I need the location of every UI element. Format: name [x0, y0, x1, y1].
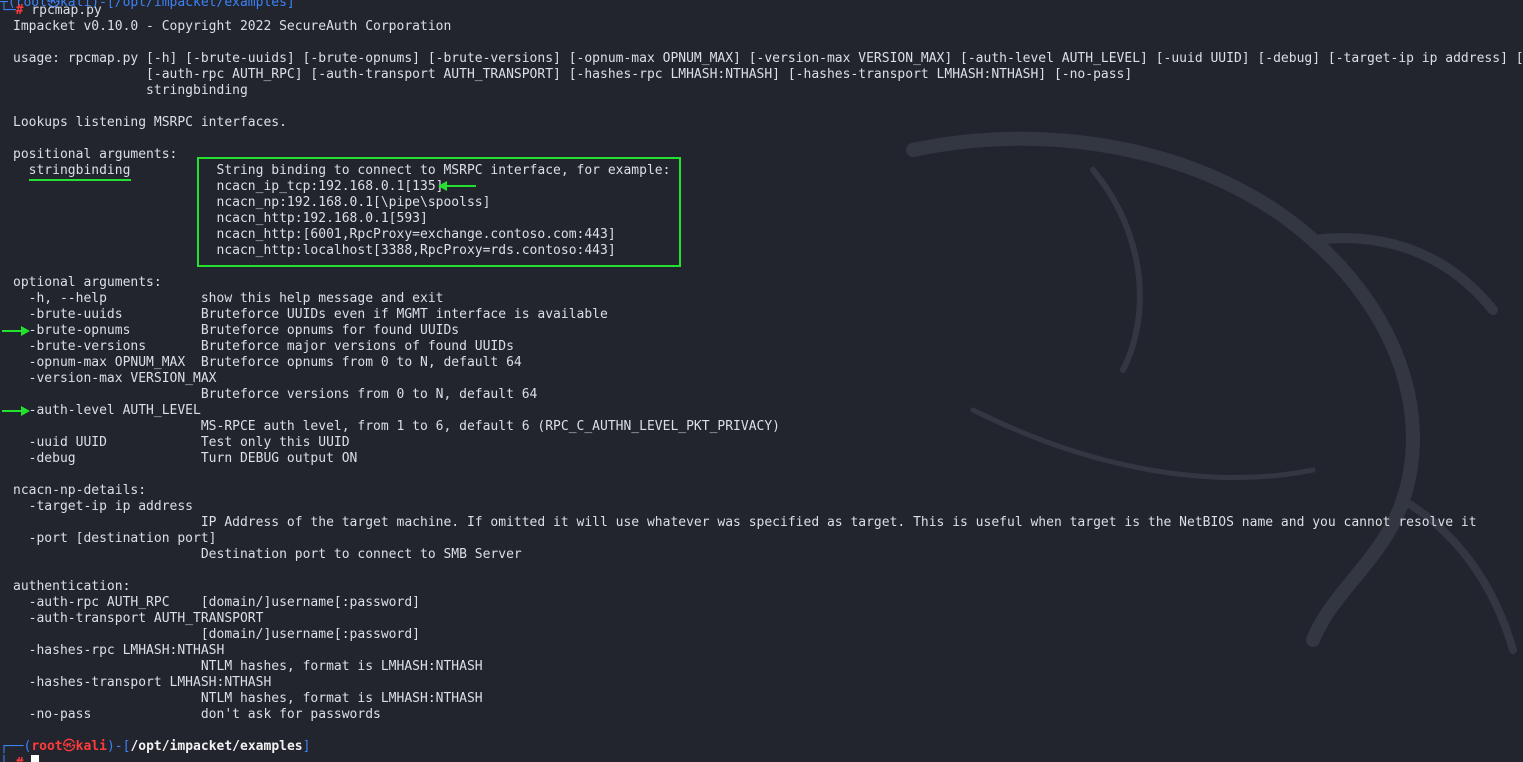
- output-line: -hashes-transport LMHASH:NTHASH: [13, 675, 272, 690]
- prompt-path: /opt/impacket/examples: [130, 739, 303, 754]
- shell-prompt: ┌──(root㉿kali)-[/opt/impacket/examples]: [0, 739, 311, 754]
- output-line: authentication:: [13, 579, 131, 594]
- command-line: └─# rpcmap.py: [0, 3, 102, 19]
- prompt-host: kali: [75, 739, 107, 754]
- output-line: -opnum-max OPNUM_MAX Bruteforce opnums f…: [13, 355, 522, 370]
- output-line: Destination port to connect to SMB Serve…: [13, 547, 522, 562]
- green-arrow-icon: [2, 406, 30, 416]
- output-line: positional arguments:: [13, 147, 178, 162]
- output-line: usage: rpcmap.py [-h] [-brute-uuids] [-b…: [13, 51, 1523, 66]
- output-line: NTLM hashes, format is LMHASH:NTHASH: [13, 691, 483, 706]
- output-line: ncacn-np-details:: [13, 483, 147, 498]
- kali-dragon-watermark-icon: [906, 131, 1517, 654]
- shell-input-line[interactable]: └─#: [0, 755, 40, 762]
- prompt-user: root: [31, 739, 63, 754]
- prompt-frame: └─: [0, 3, 16, 18]
- output-line: Impacket v0.10.0 - Copyright 2022 Secure…: [13, 19, 452, 34]
- text-cursor: [31, 755, 40, 762]
- output-line: -uuid UUID Test only this UUID: [13, 435, 350, 450]
- output-line: NTLM hashes, format is LMHASH:NTHASH: [13, 659, 483, 674]
- output-line: MS-RPCE auth level, from 1 to 6, default…: [13, 419, 781, 434]
- output-line: stringbinding: [13, 83, 248, 98]
- green-arrow-icon: [438, 181, 476, 191]
- output-line: -target-ip ip address: [13, 499, 194, 514]
- output-line: Bruteforce versions from 0 to N, default…: [13, 387, 538, 402]
- output-line: -version-max VERSION_MAX: [13, 371, 217, 386]
- green-arrow-icon: [2, 326, 30, 336]
- output-line: [domain/]username[:password]: [13, 627, 420, 642]
- output-line: -hashes-rpc LMHASH:NTHASH: [13, 643, 225, 658]
- terminal-window[interactable]: ─(root㉿kali)-[/opt/impacket/examples] └─…: [0, 0, 1523, 762]
- output-line: optional arguments:: [13, 275, 162, 290]
- output-line: -auth-rpc AUTH_RPC [domain/]username[:pa…: [13, 595, 420, 610]
- output-line: -auth-level AUTH_LEVEL: [13, 403, 201, 418]
- stringbinding-underline: [29, 179, 131, 181]
- output-line: -brute-uuids Bruteforce UUIDs even if MG…: [13, 307, 608, 322]
- stringbinding-highlight-box: [197, 157, 681, 267]
- output-line: -h, --help show this help message and ex…: [13, 291, 444, 306]
- output-line: IP Address of the target machine. If omi…: [13, 515, 1477, 530]
- output-line: -auth-transport AUTH_TRANSPORT: [13, 611, 264, 626]
- output-line: [-auth-rpc AUTH_RPC] [-auth-transport AU…: [13, 67, 1133, 82]
- output-line: -debug Turn DEBUG output ON: [13, 451, 358, 466]
- output-line: -brute-opnums Bruteforce opnums for foun…: [13, 323, 460, 338]
- output-line: -port [destination port]: [13, 531, 217, 546]
- output-line: Lookups listening MSRPC interfaces.: [13, 115, 287, 130]
- output-line: -no-pass don't ask for passwords: [13, 707, 381, 722]
- output-line: -brute-versions Bruteforce major version…: [13, 339, 514, 354]
- command-text: rpcmap.py: [23, 3, 102, 18]
